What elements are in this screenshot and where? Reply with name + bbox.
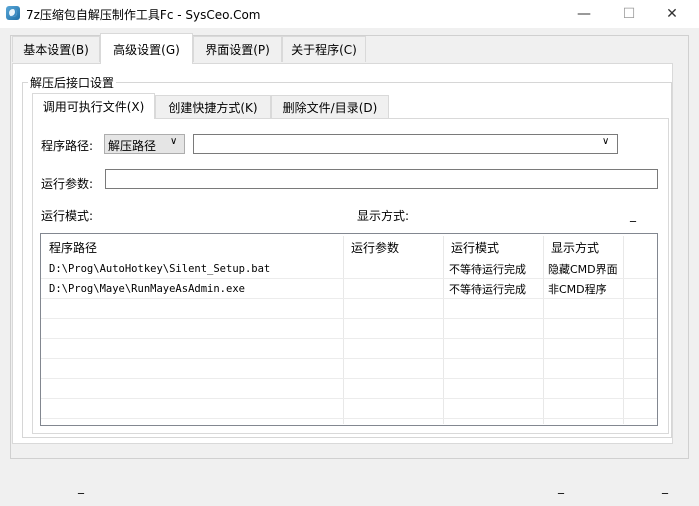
program-path-combobox[interactable]	[193, 134, 618, 154]
tab-call-executable[interactable]: 调用可执行文件(X)	[32, 93, 155, 119]
table-cell-display[interactable]: 隐藏CMD界面	[548, 259, 618, 279]
column-divider	[543, 236, 544, 424]
status-right: _	[662, 480, 668, 494]
display-mode-label: 显示方式:	[357, 209, 410, 223]
status-mid: _	[558, 480, 564, 494]
row-divider	[41, 398, 657, 399]
column-divider	[623, 236, 624, 424]
table-cell-path[interactable]: D:\Prog\Maye\RunMayeAsAdmin.exe	[49, 279, 245, 299]
program-path-label: 程序路径:	[41, 139, 94, 153]
app-logo-icon	[6, 6, 20, 20]
chevron-down-icon[interactable]: ∨	[602, 136, 609, 147]
status-left: _	[78, 480, 84, 494]
tab-delete-files[interactable]: 删除文件/目录(D)	[271, 95, 389, 118]
column-header-path[interactable]: 程序路径	[41, 236, 343, 258]
row-divider	[41, 358, 657, 359]
tab-interface-settings[interactable]: 界面设置(P)	[193, 36, 282, 62]
close-button[interactable]: ✕	[652, 0, 692, 28]
run-args-input[interactable]	[105, 169, 658, 189]
table-cell-mode[interactable]: 不等待运行完成	[449, 259, 526, 279]
maximize-button[interactable]: ☐	[609, 0, 649, 28]
table-cell-path[interactable]: D:\Prog\AutoHotkey\Silent_Setup.bat	[49, 259, 270, 279]
tab-basic-settings[interactable]: 基本设置(B)	[12, 36, 100, 62]
row-divider	[41, 418, 657, 419]
run-args-label: 运行参数:	[41, 177, 94, 191]
tab-advanced-settings[interactable]: 高级设置(G)	[100, 33, 193, 64]
run-mode-label: 运行模式:	[41, 209, 94, 223]
column-header-mode[interactable]: 运行模式	[443, 236, 543, 258]
tab-create-shortcut[interactable]: 创建快捷方式(K)	[155, 95, 271, 118]
table-cell-mode[interactable]: 不等待运行完成	[449, 279, 526, 299]
table-cell-display[interactable]: 非CMD程序	[548, 279, 607, 299]
tab-about[interactable]: 关于程序(C)	[282, 36, 366, 62]
column-divider	[443, 236, 444, 424]
path-type-value: 解压路径	[108, 139, 157, 153]
chevron-down-icon: ∨	[170, 136, 178, 147]
row-divider	[41, 378, 657, 379]
row-divider	[41, 318, 657, 319]
dash-mark: _	[630, 208, 636, 222]
minimize-button[interactable]: —	[564, 0, 604, 28]
column-divider	[343, 236, 344, 424]
column-header-display[interactable]: 显示方式	[543, 236, 623, 258]
column-header-args[interactable]: 运行参数	[343, 236, 443, 258]
group-title: 解压后接口设置	[28, 74, 117, 91]
window-title: 7z压缩包自解压制作工具Fc - SysCeo.Com	[26, 8, 261, 22]
row-divider	[41, 338, 657, 339]
